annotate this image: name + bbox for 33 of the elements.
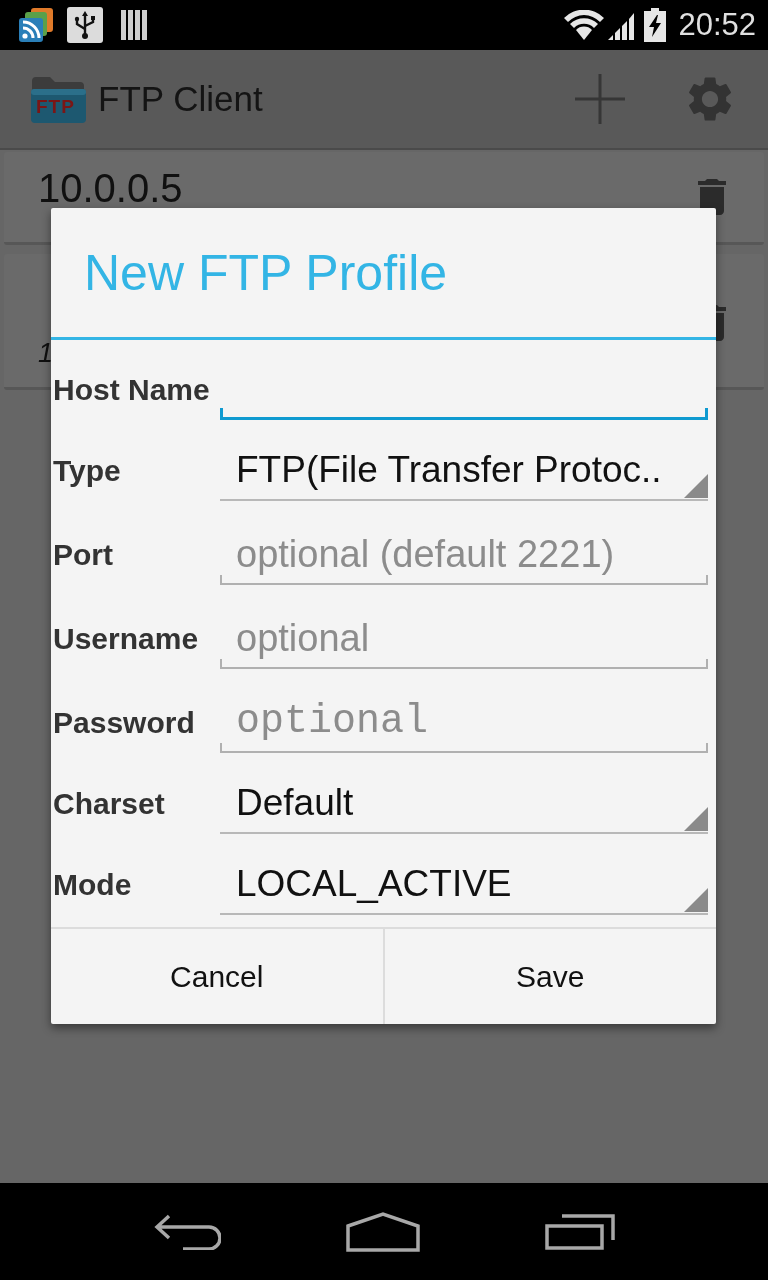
usb-icon xyxy=(67,7,103,43)
dialog-button[interactable]: Save xyxy=(382,929,716,1024)
field-label: Port xyxy=(53,537,113,573)
profile-name: 10.0.0.5 xyxy=(38,166,183,210)
field-label: Password xyxy=(53,705,195,741)
home-button[interactable] xyxy=(346,1211,420,1252)
field-label: Username xyxy=(53,621,199,657)
corner-triangle-icon xyxy=(684,474,708,498)
dropdown[interactable]: FTP(File Transfer Protoc.. xyxy=(220,441,708,501)
rss-icon xyxy=(19,8,53,42)
logo-text: FTP xyxy=(36,95,75,119)
recent-apps-icon xyxy=(545,1213,616,1250)
profile-subtitle: 1 xyxy=(38,337,54,370)
dropdown[interactable]: LOCAL_ACTIVE xyxy=(220,855,708,915)
dialog-title: New FTP Profile xyxy=(84,243,448,303)
plus-icon xyxy=(575,74,625,124)
field-label: Mode xyxy=(53,867,132,903)
dropdown[interactable]: Default xyxy=(220,774,708,834)
back-button[interactable] xyxy=(152,1213,221,1250)
back-icon xyxy=(152,1213,221,1250)
field-label: Host Name xyxy=(53,372,210,408)
field-label: Charset xyxy=(53,786,165,822)
wifi-icon xyxy=(564,10,605,40)
field-label: Type xyxy=(53,453,121,489)
battery-charging-icon xyxy=(644,8,667,42)
home-icon xyxy=(346,1211,420,1252)
app-title: FTP Client xyxy=(98,78,263,120)
corner-triangle-icon xyxy=(684,807,708,831)
vertical-bars-icon xyxy=(121,10,147,40)
recent-apps-button[interactable] xyxy=(545,1213,616,1250)
dialog-button[interactable]: Cancel xyxy=(51,929,383,1024)
corner-triangle-icon xyxy=(684,888,708,912)
clock-time: 20:52 xyxy=(678,6,756,44)
